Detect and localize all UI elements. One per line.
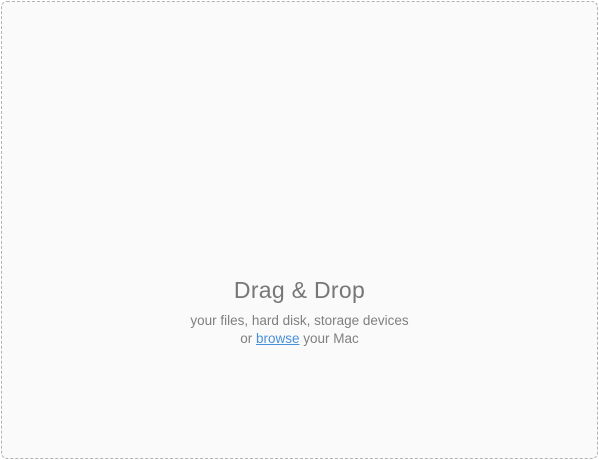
browse-line: or browse your Mac	[2, 330, 597, 348]
drop-zone[interactable]: Drag & Drop your files, hard disk, stora…	[1, 1, 598, 459]
browse-link[interactable]: browse	[256, 331, 300, 346]
drop-zone-title: Drag & Drop	[233, 277, 366, 303]
browse-prefix: or	[240, 331, 256, 346]
drop-zone-content: Drag & Drop your files, hard disk, stora…	[2, 276, 597, 348]
drop-zone-subtitle: your files, hard disk, storage devices	[190, 313, 409, 328]
browse-suffix: your Mac	[299, 331, 359, 346]
